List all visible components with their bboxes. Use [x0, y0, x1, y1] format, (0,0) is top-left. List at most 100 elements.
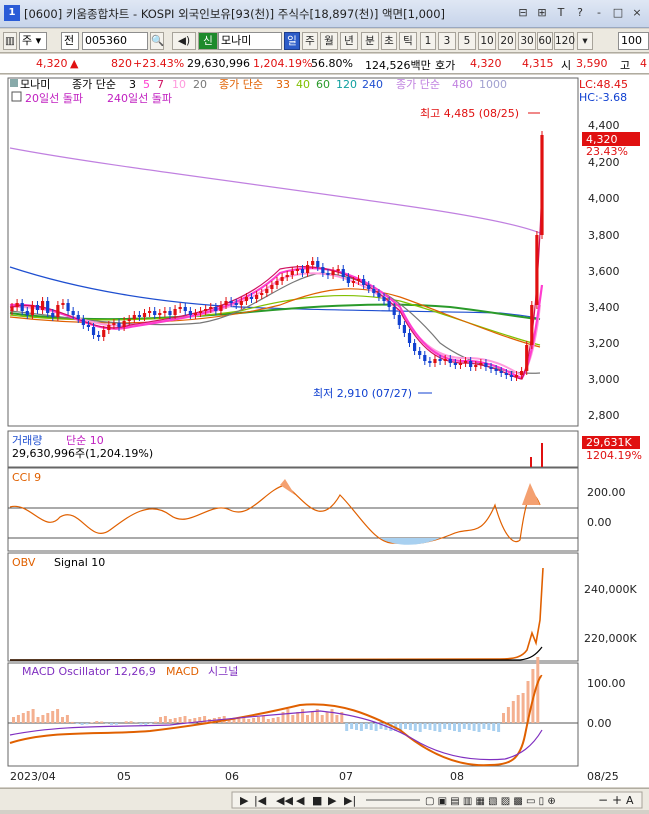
- scroll-back-icon[interactable]: ◀: [296, 794, 305, 807]
- interval-60[interactable]: 60: [537, 32, 553, 50]
- tile-icon[interactable]: ⊟: [515, 5, 531, 21]
- font-icon[interactable]: T: [553, 5, 569, 21]
- market-select[interactable]: 주 ▾: [19, 32, 47, 50]
- ma240-line: [10, 267, 540, 319]
- candle-body: [87, 325, 90, 327]
- period-year[interactable]: 년: [340, 32, 358, 50]
- scroll-prev-icon[interactable]: ◀◀: [276, 794, 293, 807]
- scroll-first-icon[interactable]: ▶: [240, 794, 249, 807]
- legend-icon: [10, 79, 18, 87]
- period-month[interactable]: 월: [320, 32, 338, 50]
- macd-bar: [71, 722, 74, 723]
- candle-body: [372, 289, 375, 293]
- macd-bar: [262, 716, 265, 723]
- macd-signal-line: [10, 711, 542, 760]
- interval-3[interactable]: 3: [438, 32, 456, 50]
- grid-icon[interactable]: ⊞: [534, 5, 550, 21]
- candle-body: [92, 327, 95, 335]
- macd-bar: [277, 717, 280, 723]
- candle-body: [260, 293, 263, 295]
- candle-body: [219, 305, 222, 311]
- macd-bar: [110, 723, 113, 725]
- candle-body: [158, 313, 161, 315]
- candle-body: [306, 265, 309, 273]
- candle-body: [469, 361, 472, 367]
- search-icon[interactable]: 🔍: [150, 32, 164, 50]
- candle-body: [388, 301, 391, 307]
- macd-bar: [267, 719, 270, 723]
- macd-bar: [56, 709, 59, 723]
- candle-body: [199, 311, 202, 313]
- macd-bar: [144, 723, 147, 725]
- obv-tick: 220,000K: [584, 632, 637, 645]
- candle-body: [438, 359, 441, 361]
- macd-bar: [311, 712, 314, 723]
- period-week[interactable]: 주: [302, 32, 318, 50]
- sound-icon[interactable]: ◀): [172, 32, 196, 50]
- candle-body: [163, 311, 166, 313]
- candle-body: [403, 325, 406, 333]
- period-tick[interactable]: 틱: [399, 32, 417, 50]
- count-input[interactable]: 100: [618, 32, 649, 50]
- period-minute[interactable]: 분: [361, 32, 379, 50]
- candle-body: [464, 361, 467, 363]
- period-day[interactable]: 일: [284, 32, 300, 50]
- macd-bar: [46, 713, 49, 723]
- legend-ma1000: 1000: [479, 78, 507, 91]
- macd-bar: [335, 715, 338, 723]
- interval-1[interactable]: 1: [420, 32, 436, 50]
- calendar-icon[interactable]: [12, 92, 21, 101]
- legend-ma10: 10: [172, 78, 186, 91]
- macd-bar: [125, 721, 128, 723]
- interval-10[interactable]: 10: [478, 32, 496, 50]
- price-legend: 모나미 종가 단순 3 5 7 10 20 종가 단순 33 40 60 120…: [10, 78, 628, 105]
- interval-120[interactable]: 120: [554, 32, 574, 50]
- obv-title: OBV: [12, 556, 36, 569]
- scroll-last-icon[interactable]: ▶|: [344, 794, 356, 807]
- help-icon[interactable]: ?: [572, 5, 588, 21]
- maximize-button[interactable]: □: [610, 5, 626, 21]
- scroll-next-icon[interactable]: ▶: [328, 794, 337, 807]
- period-second[interactable]: 초: [381, 32, 397, 50]
- candle-body: [454, 363, 457, 365]
- all-button[interactable]: 전: [61, 32, 79, 50]
- stock-code-input[interactable]: 005360: [82, 32, 148, 50]
- legend-ma3: 3: [129, 78, 136, 91]
- candle-body: [41, 301, 44, 310]
- stop-icon[interactable]: ■: [312, 794, 322, 807]
- candle-body: [495, 369, 498, 371]
- toolbar-icons[interactable]: ▢ ▣ ▤ ▥ ▦ ▧ ▨ ▩ ▭ ▯ ⊕: [425, 796, 556, 807]
- interval-30[interactable]: 30: [518, 32, 536, 50]
- minimize-button[interactable]: -: [591, 5, 607, 21]
- macd-bar: [424, 723, 427, 729]
- legend-ma120: 120: [336, 78, 357, 91]
- cci-fill: [280, 479, 295, 495]
- toggle-icon[interactable]: ▥: [3, 32, 17, 50]
- macd-bar: [61, 717, 64, 723]
- scroll-first-icon[interactable]: |◀: [254, 794, 267, 807]
- interval-20[interactable]: 20: [498, 32, 516, 50]
- chart-area[interactable]: 모나미 종가 단순 3 5 7 10 20 종가 단순 33 40 60 120…: [0, 75, 649, 787]
- high-label: 고: [620, 57, 630, 73]
- macd-bar: [296, 712, 299, 723]
- dropdown-icon[interactable]: ▾: [577, 32, 593, 50]
- zoom-out-icon[interactable]: −: [598, 793, 608, 807]
- candle-body: [367, 285, 370, 289]
- close-button[interactable]: ×: [629, 5, 645, 21]
- font-size-icon[interactable]: A: [626, 794, 634, 807]
- candle-body: [296, 269, 299, 271]
- candle-body: [123, 321, 126, 327]
- change-pct: +23.43%: [133, 57, 184, 70]
- interval-5[interactable]: 5: [458, 32, 476, 50]
- candle-body: [240, 301, 243, 305]
- macd-bar: [360, 723, 363, 731]
- chart-canvas[interactable]: 모나미 종가 단순 3 5 7 10 20 종가 단순 33 40 60 120…: [0, 75, 649, 787]
- candle-body: [489, 367, 492, 369]
- macd-bar: [433, 723, 436, 731]
- zoom-in-icon[interactable]: +: [612, 793, 622, 807]
- price-tick: 2,800: [588, 409, 620, 422]
- candle-body: [301, 269, 304, 273]
- high-value: 4: [640, 57, 647, 70]
- legend-stock-name: 모나미: [20, 78, 50, 91]
- volume-ma: 단순 10: [66, 434, 104, 447]
